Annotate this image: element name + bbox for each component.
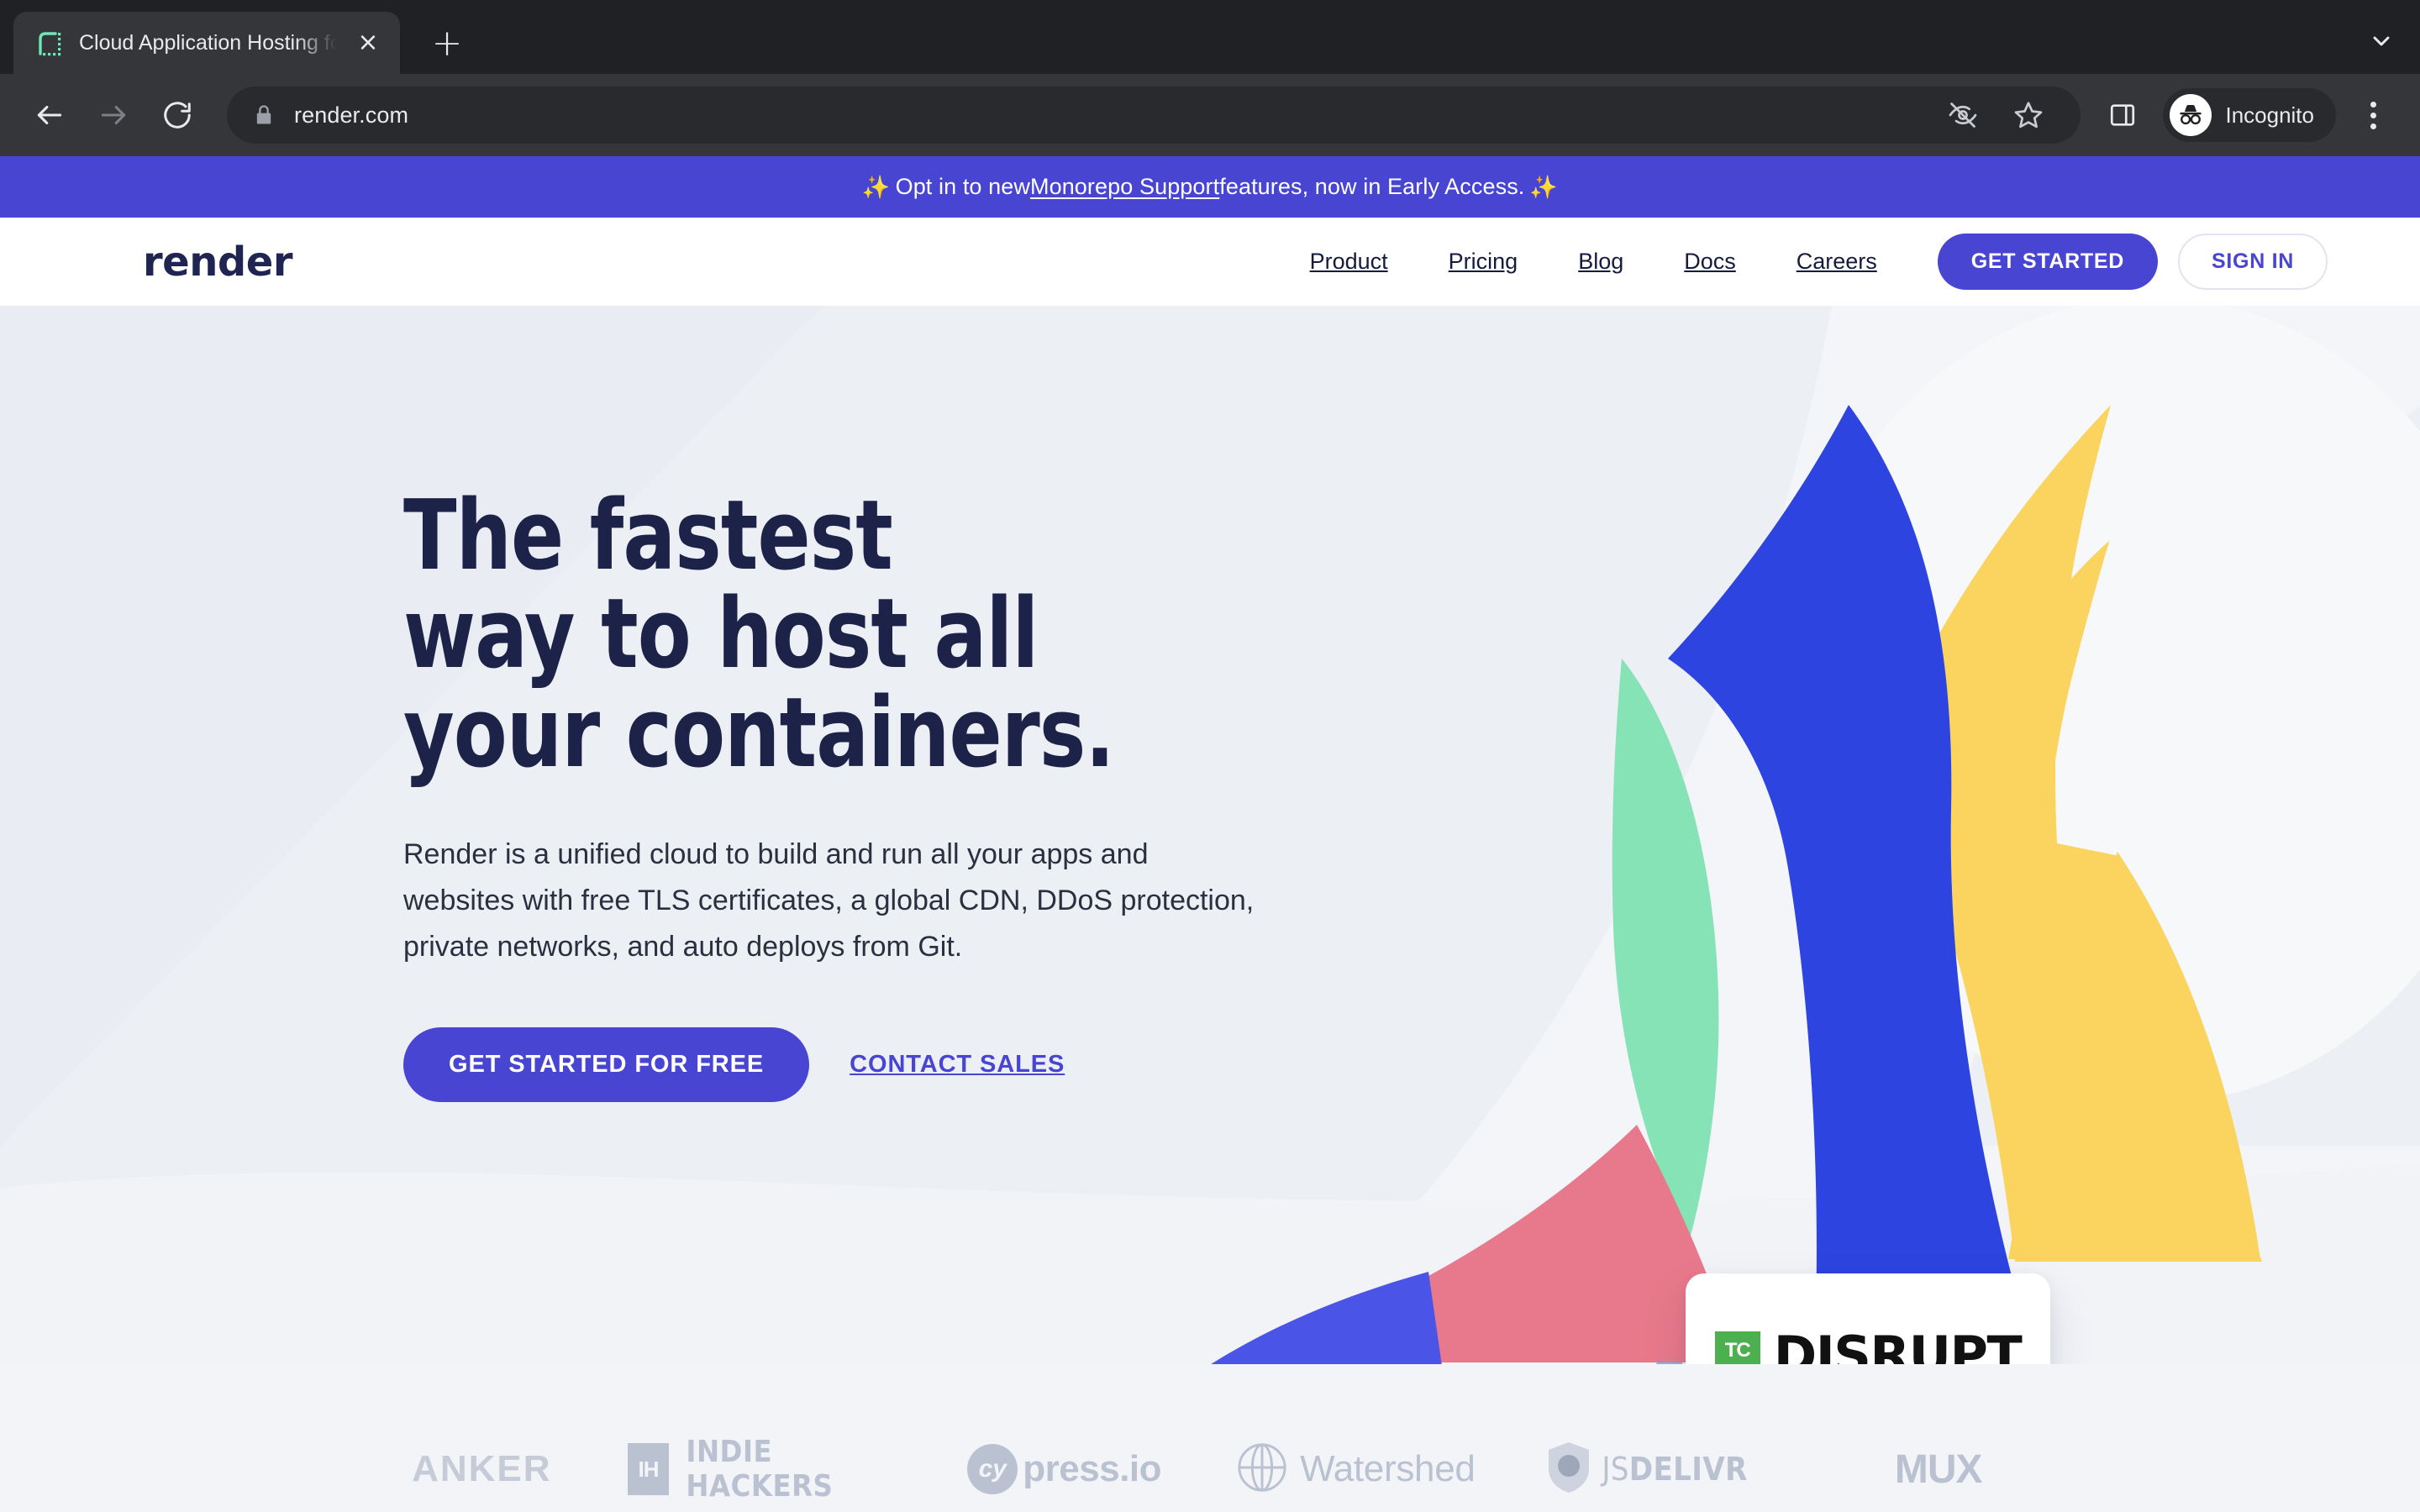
sparkle-icon: ✨ xyxy=(861,174,891,200)
browser-toolbar: render.com Incognito xyxy=(0,74,2420,156)
contact-sales-link[interactable]: CONTACT SALES xyxy=(850,1051,1065,1079)
jsdelivr-shield-mark xyxy=(1546,1441,1591,1499)
browser-tab[interactable]: Cloud Application Hosting for D × xyxy=(13,12,400,74)
back-arrow-icon[interactable] xyxy=(20,86,79,144)
customer-logos: ANKER IH INDIE HACKERS cy press.io Water… xyxy=(0,1364,2420,1512)
get-started-for-free-button[interactable]: GET STARTED FOR FREE xyxy=(403,1027,810,1103)
side-panel-icon[interactable] xyxy=(2097,90,2148,140)
hero-section: The fastest way to host all your contain… xyxy=(0,306,2420,1364)
brand-logo[interactable]: render xyxy=(143,239,292,286)
mux-label: MUX xyxy=(1894,1446,1983,1492)
nav-item-blog[interactable]: Blog xyxy=(1548,249,1654,275)
jsdelivr-prefix: JS xyxy=(1602,1451,1629,1488)
hero-heading-line-1: The fastest xyxy=(403,480,893,592)
sign-in-button[interactable]: SIGN IN xyxy=(2178,234,2328,290)
url-text[interactable]: render.com xyxy=(294,102,1923,129)
announcement-prefix: Opt in to new xyxy=(895,174,1030,199)
render-logo-icon xyxy=(35,29,64,57)
watershed-label: Watershed xyxy=(1300,1448,1476,1489)
watershed-mark xyxy=(1236,1441,1288,1498)
kebab-menu-icon[interactable] xyxy=(2349,88,2396,142)
monorepo-support-link[interactable]: Monorepo Support xyxy=(1030,174,1219,200)
hero-subtitle: Render is a unified cloud to build and r… xyxy=(403,837,1255,963)
nav-item-product[interactable]: Product xyxy=(1280,249,1418,275)
star-icon[interactable] xyxy=(2007,93,2050,137)
anker-logo-label: ANKER xyxy=(412,1448,552,1489)
hero-cta-group: GET STARTED FOR FREE CONTACT SALES xyxy=(403,1027,1344,1103)
hero-heading-line-2: way to host all xyxy=(403,578,1039,691)
incognito-icon xyxy=(2170,94,2212,136)
chevron-down-icon[interactable] xyxy=(2368,28,2395,60)
profile-label: Incognito xyxy=(2225,102,2314,128)
cypress-mark: cy xyxy=(967,1444,1018,1494)
forward-arrow-icon xyxy=(84,86,143,144)
indie-hackers-logo-icon: IH INDIE HACKERS xyxy=(627,1435,919,1504)
sparkle-icon: ✨ xyxy=(1529,174,1559,200)
jsdelivr-suffix: DELIVR xyxy=(1628,1451,1748,1488)
nav-item-docs[interactable]: Docs xyxy=(1654,249,1766,275)
close-icon[interactable]: × xyxy=(351,30,385,55)
nav-item-careers[interactable]: Careers xyxy=(1766,249,1907,275)
tc-mark-text: TC xyxy=(1724,1338,1751,1362)
award-badge-title: DISRUPT xyxy=(1773,1325,2023,1364)
nav-item-pricing[interactable]: Pricing xyxy=(1418,249,1549,275)
jsdelivr-label: JSDELIVR xyxy=(1602,1451,1747,1488)
award-badge: TC DISRUPT STARTUP BATTLEFIELD 2019 WINN… xyxy=(1686,1273,2050,1364)
address-bar[interactable]: render.com xyxy=(227,87,2081,144)
reload-icon[interactable] xyxy=(148,86,207,144)
lock-icon xyxy=(252,103,276,127)
get-started-button[interactable]: GET STARTED xyxy=(1937,234,2159,290)
cypress-label: press.io xyxy=(1023,1448,1162,1489)
indie-hackers-mark: IH xyxy=(627,1443,670,1495)
techcrunch-logo-icon: TC xyxy=(1714,1331,1760,1364)
cypress-logo-icon: cy press.io xyxy=(918,1444,1210,1494)
new-tab-button[interactable]: + xyxy=(422,25,472,62)
announcement-banner[interactable]: ✨ Opt in to new Monorepo Support feature… xyxy=(0,156,2420,218)
tab-title: Cloud Application Hosting for D xyxy=(79,30,336,55)
tab-strip: Cloud Application Hosting for D × + xyxy=(0,0,2420,74)
hero-heading-line-3: your containers. xyxy=(403,676,1115,790)
watershed-logo-icon: Watershed xyxy=(1210,1441,1502,1498)
anker-logo-icon: ANKER xyxy=(336,1448,628,1490)
browser-window: Cloud Application Hosting for D × + rend… xyxy=(0,0,2420,1512)
page-viewport: ✨ Opt in to new Monorepo Support feature… xyxy=(0,156,2420,1512)
site-header: render Product Pricing Blog Docs Careers… xyxy=(0,218,2420,306)
eye-slash-icon[interactable] xyxy=(1941,93,1985,137)
award-badge-title-row: TC DISRUPT xyxy=(1714,1325,2023,1364)
announcement-suffix: features, now in Early Access. xyxy=(1219,174,1525,199)
primary-nav: Product Pricing Blog Docs Careers GET ST… xyxy=(1280,234,2328,290)
profile-chip[interactable]: Incognito xyxy=(2163,88,2336,142)
mux-logo-icon: MUX xyxy=(1792,1446,2084,1493)
hero-content: The fastest way to host all your contain… xyxy=(403,480,1344,1103)
page-title: The fastest way to host all your contain… xyxy=(403,480,1250,790)
jsdelivr-logo-icon: JSDELIVR xyxy=(1502,1441,1793,1499)
indie-hackers-label: INDIE HACKERS xyxy=(686,1435,834,1504)
